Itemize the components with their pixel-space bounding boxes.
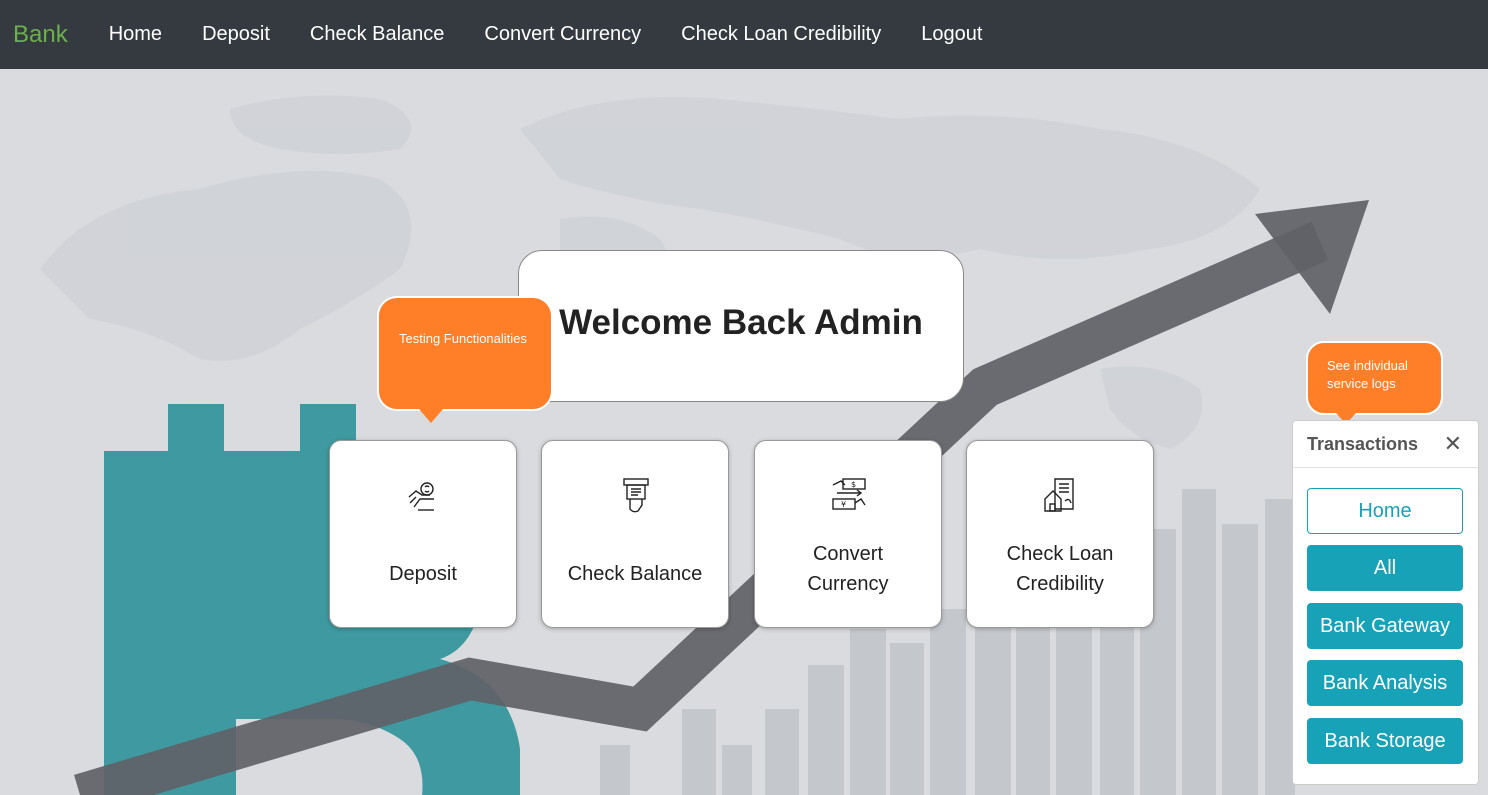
transactions-all-button[interactable]: All	[1307, 545, 1463, 591]
welcome-title: Welcome Back Admin	[559, 303, 923, 342]
nav-logout[interactable]: Logout	[921, 23, 982, 46]
background-graphic	[40, 95, 1369, 795]
atm-balance-icon	[623, 478, 649, 513]
service-card-check-loan-credibility[interactable]: Check Loan Credibility	[966, 440, 1154, 628]
service-card-label: Convert Currency	[765, 539, 931, 599]
background-illustration	[0, 69, 1488, 795]
navbar: Bank Home Deposit Check Balance Convert …	[0, 0, 1488, 69]
service-card-label: Deposit	[389, 563, 457, 585]
service-logs-tooltip: See individual service logs	[1306, 341, 1443, 424]
service-card-deposit[interactable]: Deposit	[329, 440, 517, 628]
deposit-hand-coin-icon	[408, 482, 434, 511]
nav-deposit[interactable]: Deposit	[202, 23, 270, 46]
nav-check-loan-credibility[interactable]: Check Loan Credibility	[681, 23, 881, 46]
svg-text:$: $	[851, 480, 856, 489]
nav-convert-currency[interactable]: Convert Currency	[484, 23, 641, 46]
tooltip-text: See individual service logs	[1327, 357, 1408, 393]
service-card-check-balance[interactable]: Check Balance	[541, 440, 729, 628]
tooltip-tail	[419, 409, 443, 423]
service-card-label-line1: Convert	[812, 543, 884, 565]
svg-text:¥: ¥	[841, 500, 846, 509]
tooltip-line2: service logs	[1327, 376, 1396, 391]
service-card-label: Check Balance	[567, 563, 703, 585]
service-card-label: Check Loan Credibility	[977, 539, 1143, 599]
service-card-convert-currency[interactable]: $ ¥ Convert Currency	[754, 440, 942, 628]
tooltip-line1: See individual	[1327, 358, 1408, 373]
brand-logo[interactable]: Bank	[13, 21, 68, 49]
transactions-home-button[interactable]: Home	[1307, 488, 1463, 534]
currency-exchange-icon: $ ¥	[832, 478, 866, 510]
close-icon[interactable]: ✕	[1444, 431, 1462, 457]
transactions-bank-analysis-button[interactable]: Bank Analysis	[1307, 660, 1463, 706]
welcome-card: Welcome Back Admin	[518, 250, 964, 402]
loan-document-house-icon	[1044, 478, 1074, 512]
transactions-title: Transactions	[1307, 434, 1419, 454]
service-card-label-line2: Credibility	[1016, 573, 1104, 595]
nav-check-balance[interactable]: Check Balance	[310, 23, 445, 46]
service-card-label-line1: Check Loan	[1006, 543, 1114, 565]
nav-home[interactable]: Home	[109, 23, 162, 46]
transactions-bank-storage-button[interactable]: Bank Storage	[1307, 718, 1463, 764]
testing-functionalities-tooltip: Testing Functionalities	[377, 296, 553, 423]
transactions-panel-header: Transactions ✕	[1293, 421, 1478, 468]
tooltip-text: Testing Functionalities	[399, 331, 527, 346]
transactions-panel: Transactions ✕ Home All Bank Gateway Ban…	[1292, 420, 1479, 785]
service-card-label-line2: Currency	[807, 573, 889, 595]
transactions-bank-gateway-button[interactable]: Bank Gateway	[1307, 603, 1463, 649]
